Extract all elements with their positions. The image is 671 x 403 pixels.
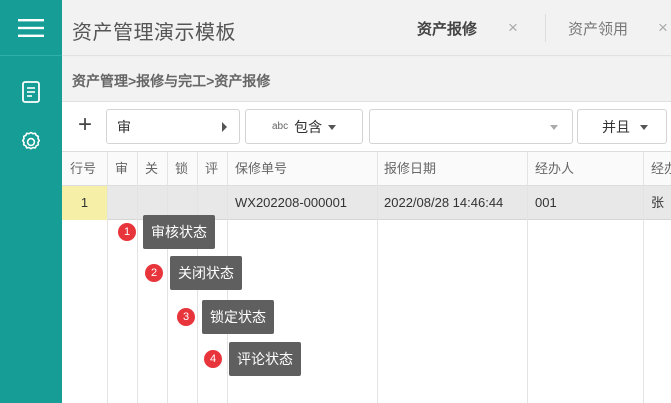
date-cell[interactable]: 2022/08/28 14:46:44 [384, 186, 503, 220]
callout-label: 锁定状态 [202, 300, 274, 334]
row-number-cell[interactable]: 1 [62, 186, 107, 220]
sidebar-item-settings[interactable] [0, 122, 62, 162]
filter-operator-label: 包含 [294, 118, 323, 135]
chevron-down-icon [550, 125, 558, 130]
callout-label: 审核状态 [143, 215, 215, 249]
column-header-order-no[interactable]: 保修单号 [235, 152, 287, 186]
column-header-locked[interactable]: 锁 [175, 152, 188, 186]
chevron-down-icon [328, 125, 336, 130]
menu-toggle-button[interactable] [0, 0, 62, 56]
app-title: 资产管理演示模板 [72, 22, 236, 44]
close-icon[interactable]: × [658, 18, 668, 38]
callout-number-badge: 2 [145, 264, 163, 282]
sidebar-item-documents[interactable] [0, 72, 62, 112]
filter-toolbar: + 审 abc 包含 并且 [62, 102, 671, 152]
top-bar: 资产管理演示模板 资产报修 × 资产领用 × [62, 0, 671, 56]
breadcrumb: 资产管理>报修与完工>资产报修 [62, 57, 671, 102]
hamburger-icon [18, 18, 44, 37]
column-header-review[interactable]: 评 [205, 152, 218, 186]
extra-cell[interactable]: 张 [651, 186, 671, 220]
tab-asset-repair[interactable]: 资产报修 [417, 0, 477, 56]
filter-value-input[interactable] [369, 109, 573, 144]
close-icon[interactable]: × [508, 18, 518, 38]
column-header-date[interactable]: 报修日期 [384, 152, 436, 186]
callout-number-badge: 1 [118, 223, 136, 241]
column-header-handler[interactable]: 经办人 [535, 152, 574, 186]
order-no-cell[interactable]: WX202208-000001 [235, 186, 347, 220]
callout-number-badge: 4 [204, 350, 222, 368]
tab-label: 资产领用 [568, 20, 629, 38]
column-header-closed[interactable]: 关 [145, 152, 158, 186]
grid-column [108, 152, 138, 403]
callout-label: 关闭状态 [170, 256, 242, 290]
callout-label: 评论状态 [229, 342, 301, 376]
filter-logic-select[interactable]: 并且 [577, 109, 667, 144]
gear-icon [21, 131, 41, 150]
tab-divider [545, 14, 546, 42]
sidebar [0, 0, 62, 403]
filter-field-value: 审 [117, 118, 131, 135]
column-header-audit[interactable]: 审 [115, 152, 128, 186]
callout-number-badge: 3 [177, 308, 195, 326]
text-type-icon: abc [272, 121, 289, 132]
handler-cell[interactable]: 001 [535, 186, 557, 220]
filter-logic-label: 并且 [602, 118, 630, 135]
chevron-right-icon [222, 122, 227, 132]
add-button[interactable]: + [74, 110, 96, 140]
filter-field-select[interactable]: 审 [106, 109, 240, 144]
tab-label: 资产报修 [417, 20, 478, 38]
document-icon [22, 81, 40, 103]
column-header-extra[interactable]: 经办 [651, 152, 671, 186]
tab-asset-usage[interactable]: 资产领用 [568, 0, 628, 56]
chevron-down-icon [640, 125, 648, 130]
column-header-row-no[interactable]: 行号 [70, 152, 96, 186]
filter-operator-select[interactable]: abc 包含 [245, 109, 363, 144]
